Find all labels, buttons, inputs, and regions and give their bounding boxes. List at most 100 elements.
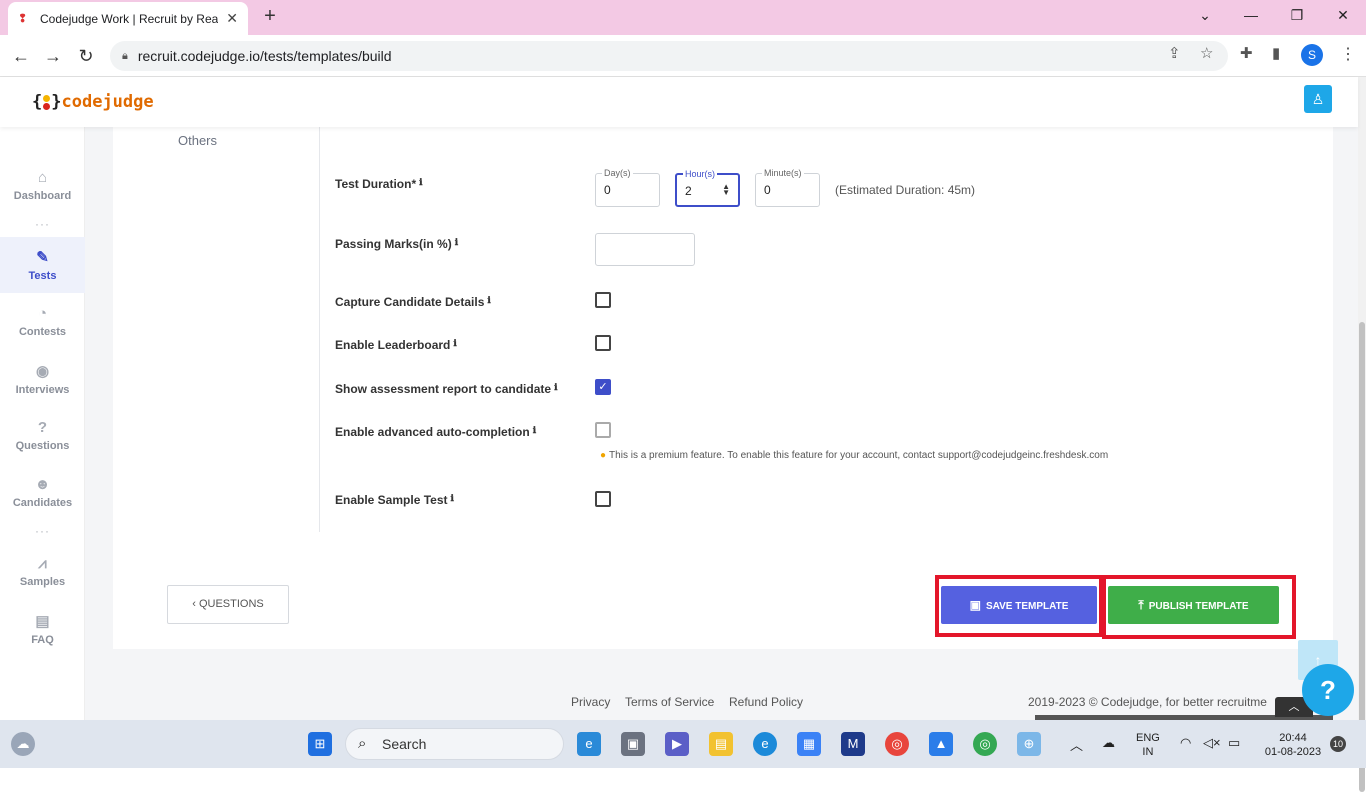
auto-completion-checkbox[interactable] <box>595 422 611 438</box>
new-tab-button[interactable]: + <box>258 4 282 28</box>
file-explorer-icon[interactable]: ▤ <box>709 732 733 756</box>
edge-pre-icon[interactable]: e <box>577 732 601 756</box>
sidebar-item-label: Tests <box>28 270 57 282</box>
restore-icon[interactable]: ❐ <box>1274 0 1320 30</box>
tab-search-icon[interactable]: ⌄ <box>1182 0 1228 30</box>
close-window-icon[interactable]: ✕ <box>1320 0 1366 30</box>
terms-link[interactable]: Terms of Service <box>625 695 714 709</box>
sidebar-item-label: Contests <box>18 326 67 338</box>
sidebar-item-candidates[interactable]: ☻ Candidates <box>0 476 85 509</box>
wifi-icon[interactable]: ◠ <box>1180 735 1191 751</box>
extensions-icon[interactable]: ✚ <box>1240 44 1253 62</box>
days-input[interactable]: Day(s) 0 <box>595 168 660 207</box>
highlight-frame-save <box>935 575 1103 637</box>
sidebar-item-dashboard[interactable]: ⌂ Dashboard <box>0 169 85 202</box>
refund-link[interactable]: Refund Policy <box>729 695 803 709</box>
leaderboard-checkbox[interactable] <box>595 335 611 351</box>
tab-close-icon[interactable]: ✕ <box>226 10 238 27</box>
info-icon[interactable]: ℹ <box>453 338 456 349</box>
sidebar-separator: ··· <box>35 217 50 231</box>
days-label: Day(s) <box>602 168 633 178</box>
chrome-icon[interactable]: ◎ <box>885 732 909 756</box>
minutes-input[interactable]: Minute(s) 0 <box>755 168 820 207</box>
sidebar-item-tests[interactable]: ✎ Tests <box>0 237 85 293</box>
info-icon[interactable]: ℹ <box>419 177 422 188</box>
sidebar-item-label: Samples <box>19 576 66 588</box>
question-circle-icon: ? <box>37 419 48 436</box>
passing-marks-input[interactable] <box>595 233 695 266</box>
photos-icon[interactable]: ▲ <box>929 732 953 756</box>
user-profile-icon[interactable]: ♙ <box>1304 85 1332 113</box>
line-chart-icon: ⩘ <box>38 555 47 572</box>
hours-input[interactable]: Hour(s) 2 ▲ ▼ <box>675 169 740 207</box>
tray-chevron-icon[interactable]: ︿ <box>1070 735 1083 754</box>
info-icon[interactable]: ℹ <box>487 295 490 306</box>
weather-icon[interactable]: ☁ <box>11 732 35 756</box>
url-text: recruit.codejudge.io/tests/templates/bui… <box>137 48 392 64</box>
battery-icon[interactable]: ▭ <box>1228 735 1240 751</box>
section-nav-others[interactable]: Others <box>178 133 217 148</box>
template-form-card: Others Test Duration* ℹ Day(s) 0 Hour(s) … <box>113 121 1333 649</box>
address-bar[interactable]: 🔒︎ recruit.codejudge.io/tests/templates/… <box>110 41 1228 71</box>
sidebar-item-interviews[interactable]: ◉ Interviews <box>0 362 85 396</box>
share-icon[interactable]: ⇪ <box>1168 44 1181 62</box>
sidebar-item-faq[interactable]: ▤ FAQ <box>0 612 85 646</box>
volume-muted-icon[interactable]: ◁× <box>1203 735 1221 751</box>
questions-back-button[interactable]: ‹ QUESTIONS <box>167 585 289 624</box>
clock[interactable]: 20:44 01-08-2023 <box>1258 731 1328 759</box>
logo-text: codejudge <box>61 92 154 112</box>
podcast-icon: ◉ <box>35 363 50 380</box>
forward-icon[interactable]: → <box>40 43 66 69</box>
warning-icon: ● <box>600 450 607 461</box>
codejudge-favicon-icon: ❢ <box>18 13 28 25</box>
sidebar: ⌂ Dashboard ··· ✎ Tests ◔ Contests ◉ Int… <box>0 127 85 720</box>
capture-details-checkbox[interactable] <box>595 292 611 308</box>
logo-dots-icon <box>43 94 51 110</box>
edge-icon[interactable]: e <box>753 732 777 756</box>
maps-icon[interactable]: ⊕ <box>1017 732 1041 756</box>
page-scrollbar[interactable] <box>1358 77 1366 792</box>
notification-badge[interactable]: 10 <box>1330 736 1346 752</box>
home-icon: ⌂ <box>37 169 48 186</box>
browser-tab[interactable]: ❢ Codejudge Work | Recruit by Rea ✕ <box>8 2 248 35</box>
sidebar-item-contests[interactable]: ◔ Contests <box>0 305 85 338</box>
estimated-duration: (Estimated Duration: 45m) <box>835 183 976 197</box>
report-checkbox[interactable]: ✓ <box>595 379 611 395</box>
sidebar-item-questions[interactable]: ? Questions <box>0 419 85 452</box>
info-icon[interactable]: ℹ <box>450 493 453 504</box>
lock-icon: 🔒︎ <box>122 49 128 62</box>
spinner-icon[interactable]: ▲ ▼ <box>722 183 730 197</box>
sidebar-item-samples[interactable]: ⩘ Samples <box>0 555 85 588</box>
start-icon[interactable]: ⊞ <box>308 732 332 756</box>
chrome-profile-icon[interactable]: ◎ <box>973 732 997 756</box>
app-icon[interactable]: M <box>841 732 865 756</box>
page-content: ⌂ Dashboard ··· ✎ Tests ◔ Contests ◉ Int… <box>0 121 1358 720</box>
app-header: {}codejudge ♙ <box>0 77 1358 127</box>
hours-label: Hour(s) <box>683 169 718 179</box>
help-icon[interactable]: ? <box>1302 664 1354 716</box>
codejudge-logo[interactable]: {}codejudge <box>32 92 154 112</box>
info-icon[interactable]: ℹ <box>554 382 557 393</box>
minimize-icon[interactable]: — <box>1228 0 1274 30</box>
taskbar-search[interactable]: ⌕ Search <box>345 728 564 760</box>
sidebar-separator: ··· <box>35 524 50 538</box>
info-icon[interactable]: ℹ <box>533 425 536 436</box>
sample-test-checkbox[interactable] <box>595 491 611 507</box>
logo-brace: { <box>32 92 43 112</box>
store-icon[interactable]: ▦ <box>797 732 821 756</box>
profile-avatar[interactable]: S <box>1301 44 1323 66</box>
onedrive-icon[interactable]: ☁ <box>1102 735 1115 751</box>
language-indicator[interactable]: ENG IN <box>1136 731 1160 759</box>
teams-icon[interactable]: ▶ <box>665 732 689 756</box>
highlight-frame-publish <box>1102 575 1296 639</box>
sample-test-label: Enable Sample Test ℹ <box>335 493 454 507</box>
reload-icon[interactable]: ↻ <box>73 43 99 69</box>
side-panel-icon[interactable]: ▮ <box>1272 44 1280 62</box>
back-icon[interactable]: ← <box>8 43 34 69</box>
privacy-link[interactable]: Privacy <box>571 695 610 709</box>
bookmark-star-icon[interactable]: ☆ <box>1200 44 1213 62</box>
browser-menu-icon[interactable]: ⋮ <box>1340 44 1356 64</box>
info-icon[interactable]: ℹ <box>455 237 458 248</box>
passing-marks-label: Passing Marks(in %) ℹ <box>335 237 459 251</box>
task-view-icon[interactable]: ▣ <box>621 732 645 756</box>
